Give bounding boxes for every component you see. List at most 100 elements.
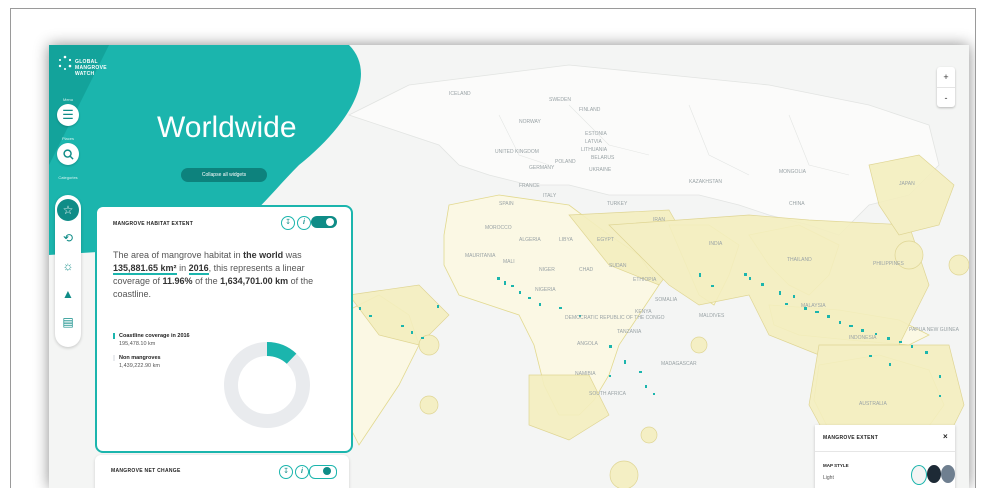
menu-button[interactable]: ☰ bbox=[57, 104, 79, 126]
svg-text:JAPAN: JAPAN bbox=[899, 181, 915, 187]
habitat-extent-widget: MANGROVE HABITAT EXTENT ↧ i The area of … bbox=[95, 205, 353, 453]
svg-text:UNITED KINGDOM: UNITED KINGDOM bbox=[495, 149, 539, 155]
widget-toggle[interactable] bbox=[311, 216, 337, 228]
nav-rail: Menu ☰ Places Categories bbox=[55, 97, 81, 182]
svg-text:ICELAND: ICELAND bbox=[449, 91, 471, 97]
summary-text: of the bbox=[192, 276, 221, 286]
divider bbox=[815, 451, 955, 452]
legend-value: 1,439,222.90 km bbox=[119, 363, 160, 369]
collapse-widgets-button[interactable]: Collapse all widgets bbox=[181, 168, 267, 182]
summary-text: in bbox=[176, 263, 189, 273]
svg-text:CHAD: CHAD bbox=[579, 267, 594, 273]
trees-icon: ▲ bbox=[62, 287, 74, 301]
summary-text: was bbox=[283, 250, 302, 260]
category-ecosystem-button[interactable]: ▲ bbox=[55, 287, 81, 301]
donut-coverage-arc bbox=[266, 342, 297, 365]
star-icon: ☆ bbox=[62, 203, 74, 217]
layers-icon: ▤ bbox=[62, 315, 74, 329]
svg-text:TURKEY: TURKEY bbox=[607, 201, 628, 207]
gmw-logo[interactable] bbox=[57, 55, 73, 76]
map-style-label: MAP STYLE bbox=[823, 463, 849, 468]
category-climate-button[interactable]: ☼ bbox=[55, 259, 81, 273]
svg-text:EGYPT: EGYPT bbox=[597, 237, 614, 243]
download-icon: ↧ bbox=[283, 468, 289, 475]
legend-swatch bbox=[113, 333, 115, 339]
map-style-dark-swatch[interactable] bbox=[927, 465, 941, 483]
svg-text:ESTONIA: ESTONIA bbox=[585, 131, 608, 137]
download-button[interactable]: ↧ bbox=[281, 216, 295, 230]
svg-text:PAPUA NEW GUINEA: PAPUA NEW GUINEA bbox=[909, 327, 960, 333]
svg-text:GERMANY: GERMANY bbox=[529, 165, 555, 171]
svg-text:MADAGASCAR: MADAGASCAR bbox=[661, 361, 697, 367]
zoom-out-button[interactable]: - bbox=[937, 88, 955, 108]
svg-text:LITHUANIA: LITHUANIA bbox=[581, 147, 608, 153]
widget-summary: The area of mangrove habitat in the worl… bbox=[113, 249, 333, 301]
legend-item-coverage: Coastline coverage in 2016 195,478.10 km bbox=[113, 333, 223, 347]
svg-text:FRANCE: FRANCE bbox=[519, 183, 540, 189]
svg-text:BELARUS: BELARUS bbox=[591, 155, 615, 161]
svg-text:DEMOCRATIC REPUBLIC OF THE CON: DEMOCRATIC REPUBLIC OF THE CONGO bbox=[565, 315, 665, 321]
svg-text:TANZANIA: TANZANIA bbox=[617, 329, 642, 335]
menu-label: Menu bbox=[62, 97, 73, 102]
widget-legend: Coastline coverage in 2016 195,478.10 km… bbox=[113, 333, 223, 377]
legend-item-non-mangroves: Non mangroves 1,439,222.90 km bbox=[113, 355, 223, 369]
zoom-control: + - bbox=[937, 67, 955, 107]
svg-text:ANGOLA: ANGOLA bbox=[577, 341, 599, 347]
download-icon: ↧ bbox=[285, 219, 291, 226]
category-highlights-button[interactable]: ☆ bbox=[57, 199, 79, 221]
svg-text:LATVIA: LATVIA bbox=[585, 139, 603, 145]
svg-text:SPAIN: SPAIN bbox=[499, 201, 514, 207]
refresh-icon: ⟲ bbox=[62, 231, 74, 245]
map-style-satellite-swatch[interactable] bbox=[941, 465, 955, 483]
widget-heading: MANGROVE NET CHANGE bbox=[111, 468, 181, 474]
logo-dots-icon bbox=[58, 55, 72, 70]
svg-text:ITALY: ITALY bbox=[543, 193, 557, 199]
search-icon bbox=[62, 148, 74, 160]
coastline-total: 1,634,701.00 km bbox=[220, 276, 289, 286]
category-restoration-button[interactable]: ⟲ bbox=[55, 231, 81, 245]
svg-text:NIGERIA: NIGERIA bbox=[535, 287, 556, 293]
svg-text:ETHIOPIA: ETHIOPIA bbox=[633, 277, 657, 283]
sun-icon: ☼ bbox=[62, 259, 74, 273]
svg-text:POLAND: POLAND bbox=[555, 159, 576, 165]
svg-text:NIGER: NIGER bbox=[539, 267, 555, 273]
location-title: Worldwide bbox=[157, 111, 297, 144]
legend-value: 195,478.10 km bbox=[119, 341, 156, 347]
legend-heading: MANGROVE EXTENT bbox=[823, 435, 879, 441]
net-change-widget: MANGROVE NET CHANGE ↧ i bbox=[95, 455, 349, 488]
close-icon[interactable]: × bbox=[943, 432, 948, 441]
svg-text:ALGERIA: ALGERIA bbox=[519, 237, 541, 243]
svg-text:NAMIBIA: NAMIBIA bbox=[575, 371, 596, 377]
widget-toggle[interactable] bbox=[309, 465, 337, 479]
toggle-knob bbox=[323, 467, 331, 475]
svg-text:SWEDEN: SWEDEN bbox=[549, 97, 571, 103]
svg-text:MALI: MALI bbox=[503, 259, 515, 265]
svg-text:FINLAND: FINLAND bbox=[579, 107, 601, 113]
svg-text:CHINA: CHINA bbox=[789, 201, 805, 207]
year-select[interactable]: 2016 bbox=[188, 263, 209, 275]
info-button[interactable]: i bbox=[295, 465, 309, 479]
svg-text:MOROCCO: MOROCCO bbox=[485, 225, 512, 231]
info-button[interactable]: i bbox=[297, 216, 311, 230]
map-style-value: Light bbox=[823, 475, 834, 481]
donut-track bbox=[224, 342, 310, 428]
map-style-light-swatch[interactable] bbox=[911, 465, 927, 485]
download-button[interactable]: ↧ bbox=[279, 465, 293, 479]
svg-text:SOUTH AFRICA: SOUTH AFRICA bbox=[589, 391, 627, 397]
category-distribution-button[interactable]: ▤ bbox=[55, 315, 81, 329]
svg-text:NORWAY: NORWAY bbox=[519, 119, 542, 125]
area-value-select[interactable]: 135,881.65 km² bbox=[113, 263, 177, 275]
legend-title: Non mangroves bbox=[119, 355, 161, 361]
search-places-button[interactable] bbox=[57, 143, 79, 165]
zoom-in-button[interactable]: + bbox=[937, 67, 955, 88]
screenshot-frame: ICELAND SWEDEN FINLAND NORWAY ESTONIA LA… bbox=[10, 8, 976, 488]
svg-text:MONGOLIA: MONGOLIA bbox=[779, 169, 807, 175]
svg-text:PHILIPPINES: PHILIPPINES bbox=[873, 261, 905, 267]
places-label: Places bbox=[61, 136, 74, 141]
coverage-donut-chart bbox=[224, 342, 310, 428]
coverage-percent: 11.96% bbox=[162, 276, 193, 286]
svg-text:THAILAND: THAILAND bbox=[787, 257, 812, 263]
svg-text:INDONESIA: INDONESIA bbox=[849, 335, 877, 341]
svg-text:MAURITANIA: MAURITANIA bbox=[465, 253, 496, 259]
svg-text:INDIA: INDIA bbox=[709, 241, 723, 247]
